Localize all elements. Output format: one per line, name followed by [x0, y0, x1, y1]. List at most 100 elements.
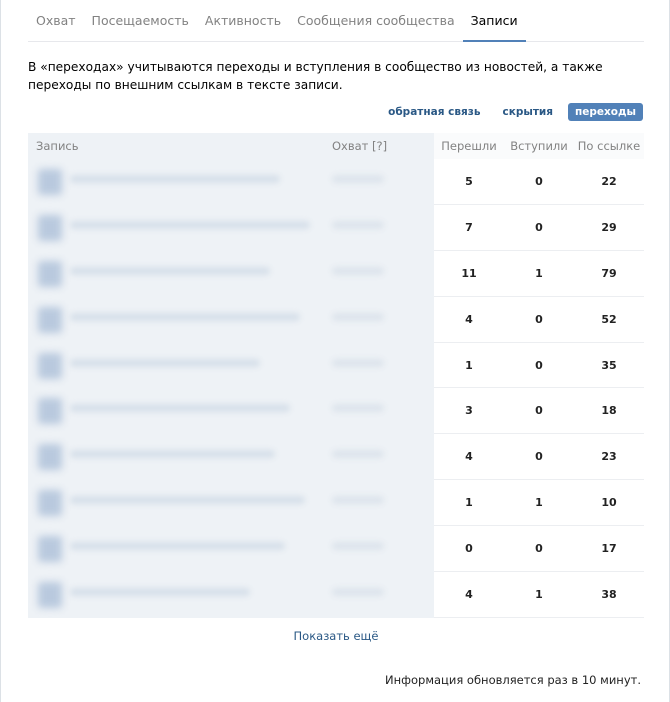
joined-cell: 0	[504, 159, 574, 205]
page-frame: Охват Посещаемость Активность Сообщения …	[0, 0, 670, 702]
by-link-cell: 18	[574, 388, 644, 435]
post-title-blurred	[70, 175, 280, 183]
post-thumbnail	[38, 398, 62, 425]
joined-cell: 1	[504, 251, 574, 297]
joined-cell: 0	[504, 526, 574, 573]
by-link-cell: 38	[574, 572, 644, 618]
tab-reach[interactable]: Охват	[28, 0, 84, 42]
post-cell-blurred[interactable]	[28, 572, 434, 618]
column-header-post[interactable]: Запись	[28, 133, 332, 159]
post-cell-blurred[interactable]	[28, 342, 434, 389]
post-cell-blurred[interactable]	[28, 434, 434, 481]
post-thumbnail	[38, 536, 62, 563]
reach-value-blurred	[332, 496, 384, 505]
tab-community-messages[interactable]: Сообщения сообщества	[289, 0, 463, 42]
update-info-text: Информация обновляется раз в 10 минут.	[385, 673, 641, 687]
by-link-cell: 79	[574, 251, 644, 297]
table-row[interactable]: 1 1 10	[28, 480, 644, 527]
post-thumbnail	[38, 214, 62, 241]
joined-cell: 1	[504, 572, 574, 618]
post-thumbnail	[38, 352, 62, 379]
by-link-cell: 10	[574, 480, 644, 527]
joined-cell: 0	[504, 343, 574, 389]
post-cell-blurred[interactable]	[28, 388, 434, 435]
post-cell-blurred[interactable]	[28, 296, 434, 343]
by-link-cell: 17	[574, 526, 644, 573]
filter-feedback-button[interactable]: обратная связь	[381, 103, 487, 121]
post-thumbnail	[38, 444, 62, 471]
reach-value-blurred	[332, 312, 384, 321]
tab-posts[interactable]: Записи	[462, 0, 526, 42]
stats-tabs: Охват Посещаемость Активность Сообщения …	[28, 0, 644, 42]
went-cell: 1	[434, 480, 504, 527]
reach-value-blurred	[332, 588, 384, 597]
post-cell-blurred[interactable]	[28, 204, 434, 251]
post-title-blurred	[70, 588, 250, 597]
went-cell: 4	[434, 572, 504, 618]
by-link-cell: 22	[574, 159, 644, 205]
post-title-blurred	[70, 266, 270, 275]
joined-cell: 0	[504, 388, 574, 435]
went-cell: 5	[434, 159, 504, 205]
table-row[interactable]: 11 1 79	[28, 250, 644, 297]
went-cell: 3	[434, 388, 504, 435]
reach-value-blurred	[332, 220, 384, 229]
post-cell-blurred[interactable]	[28, 159, 434, 205]
post-title-blurred	[70, 404, 290, 413]
table-row[interactable]: 1 0 35	[28, 342, 644, 389]
table-row[interactable]: 4 0 23	[28, 434, 644, 481]
by-link-cell: 35	[574, 343, 644, 389]
table-row[interactable]: 0 0 17	[28, 526, 644, 573]
table-body: 5 0 22 7 0 29 11 1 79 4 0 52 1 0 35 3 0 18 4 0 23 1 1 10 0 0 17 4 1 3…	[28, 159, 644, 618]
post-title-blurred	[70, 450, 275, 459]
post-title-blurred	[70, 542, 285, 551]
column-header-went[interactable]: Перешли	[434, 133, 504, 159]
post-thumbnail	[38, 306, 62, 333]
table-header: Запись Охват [?] Перешли Вступили По ссы…	[28, 133, 644, 159]
joined-cell: 0	[504, 205, 574, 251]
table-row[interactable]: 5 0 22	[28, 159, 644, 205]
reach-value-blurred	[332, 358, 384, 367]
joined-cell: 0	[504, 434, 574, 481]
table-row[interactable]: 4 1 38	[28, 572, 644, 618]
post-thumbnail	[38, 490, 62, 517]
post-title-blurred	[70, 496, 305, 505]
post-cell-blurred[interactable]	[28, 526, 434, 573]
by-link-cell: 29	[574, 205, 644, 251]
reach-value-blurred	[332, 542, 384, 551]
column-header-reach[interactable]: Охват [?]	[332, 133, 434, 159]
filter-clicks-button[interactable]: переходы	[568, 103, 643, 121]
table-row[interactable]: 7 0 29	[28, 204, 644, 251]
went-cell: 1	[434, 343, 504, 389]
by-link-cell: 52	[574, 297, 644, 343]
post-cell-blurred[interactable]	[28, 480, 434, 527]
went-cell: 4	[434, 297, 504, 343]
column-header-by-link[interactable]: По ссылке	[574, 133, 644, 159]
posts-table: Запись Охват [?] Перешли Вступили По ссы…	[28, 133, 644, 618]
went-cell: 7	[434, 205, 504, 251]
joined-cell: 0	[504, 297, 574, 343]
post-cell-blurred[interactable]	[28, 250, 434, 297]
joined-cell: 1	[504, 480, 574, 527]
reach-value-blurred	[332, 450, 384, 459]
filter-buttons: обратная связь скрытия переходы	[381, 103, 643, 121]
tab-activity[interactable]: Активность	[197, 0, 289, 42]
went-cell: 11	[434, 251, 504, 297]
post-title-blurred	[70, 312, 300, 321]
post-title-blurred	[70, 220, 310, 229]
went-cell: 0	[434, 526, 504, 573]
column-header-joined[interactable]: Вступили	[504, 133, 574, 159]
post-title-blurred	[70, 358, 260, 367]
post-thumbnail	[38, 169, 62, 195]
table-row[interactable]: 4 0 52	[28, 296, 644, 343]
reach-value-blurred	[332, 266, 384, 275]
table-row[interactable]: 3 0 18	[28, 388, 644, 435]
tab-attendance[interactable]: Посещаемость	[84, 0, 197, 42]
description-text: В «переходах» учитываются переходы и вст…	[28, 60, 603, 92]
show-more-link[interactable]: Показать ещё	[1, 629, 670, 643]
post-thumbnail	[38, 582, 62, 609]
post-thumbnail	[38, 260, 62, 287]
filter-hidden-button[interactable]: скрытия	[495, 103, 560, 121]
by-link-cell: 23	[574, 434, 644, 481]
reach-value-blurred	[332, 175, 384, 183]
